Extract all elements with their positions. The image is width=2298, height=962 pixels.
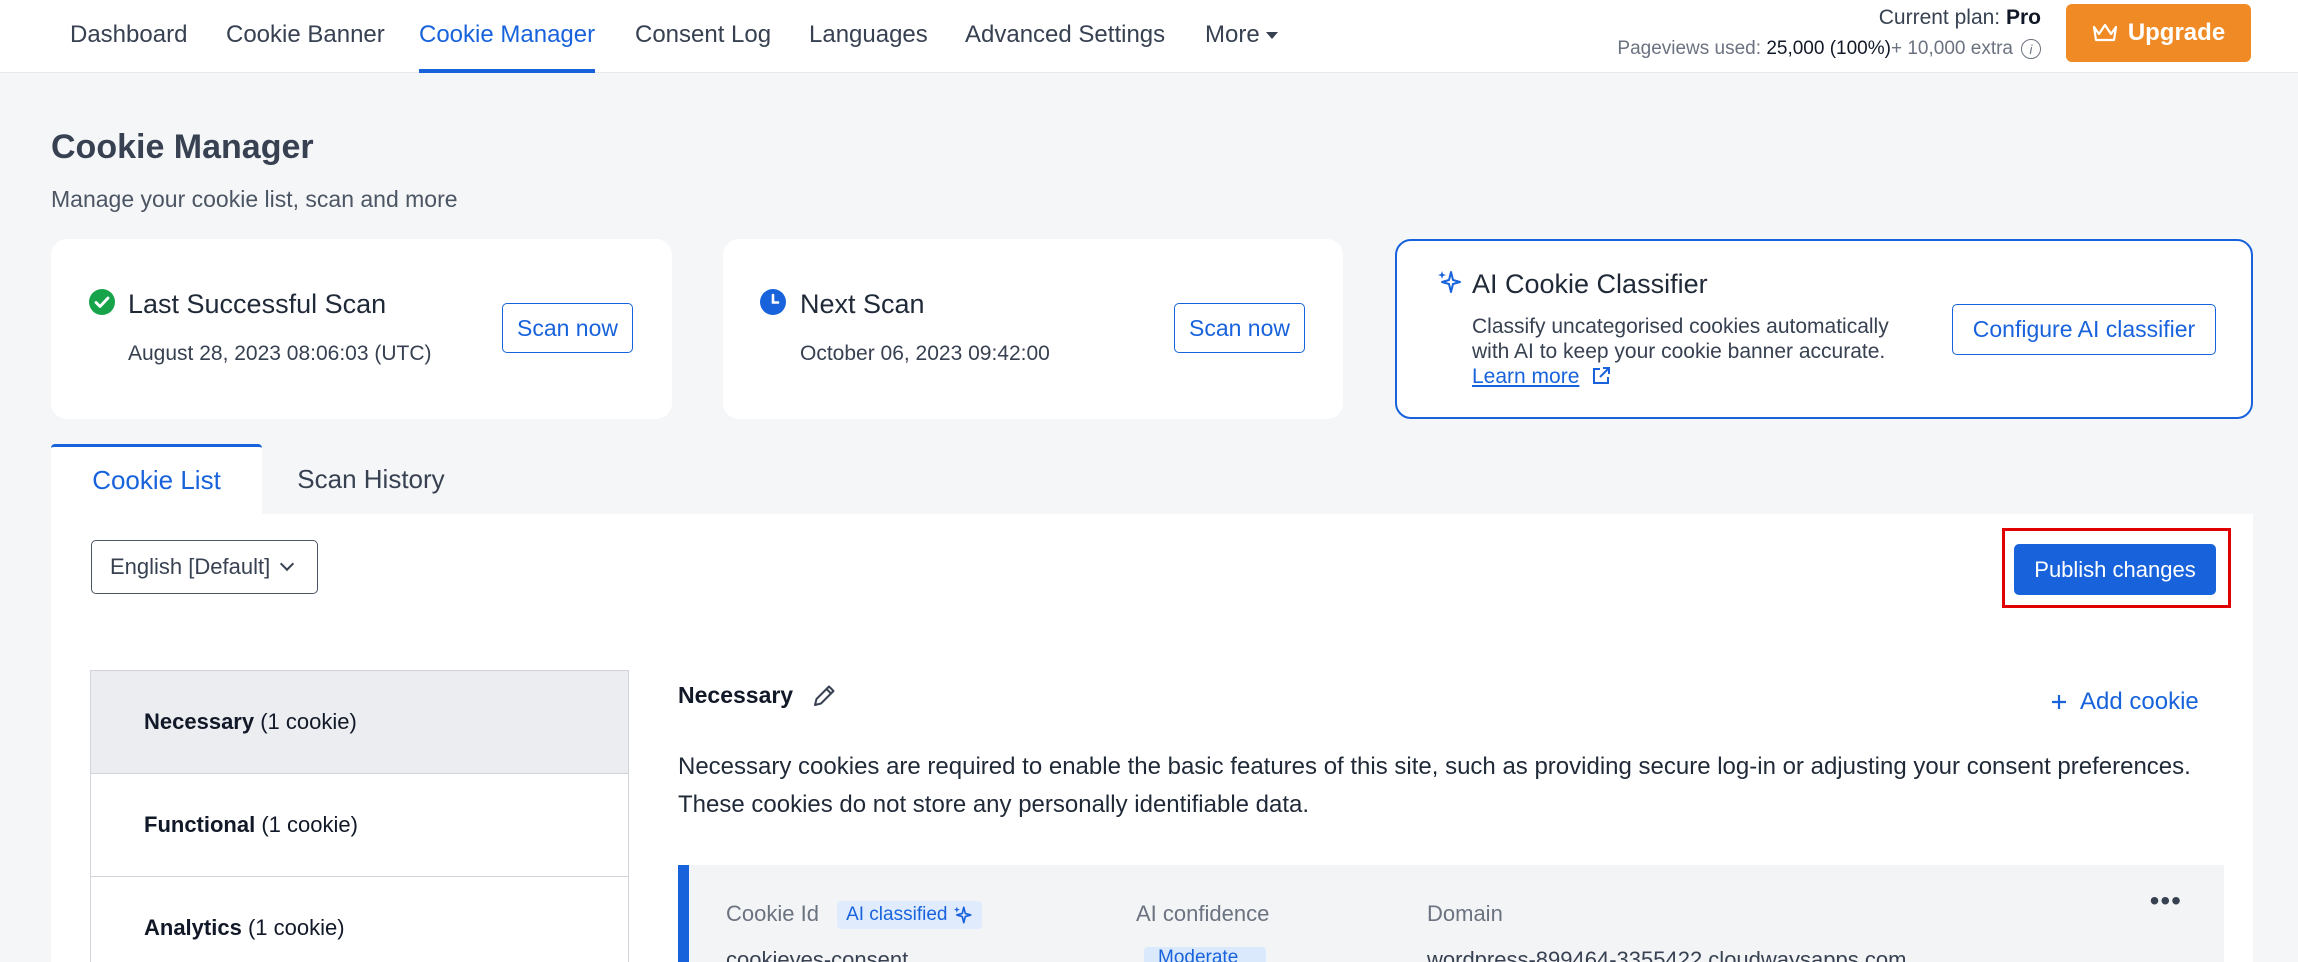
category-count: (1 cookie) (261, 812, 358, 837)
language-select-value: English [Default] (110, 554, 271, 579)
pageviews-extra: + 10,000 extra (1890, 38, 2013, 59)
category-list: Necessary (1 cookie) Functional (1 cooki… (90, 670, 629, 962)
ai-classified-label: AI classified (846, 904, 948, 926)
category-necessary[interactable]: Necessary (1 cookie) (90, 670, 629, 773)
next-scan-title: Next Scan (800, 289, 925, 319)
external-link-icon[interactable] (1591, 366, 1611, 386)
ai-classifier-desc-text: Classify uncategorised cookies automatic… (1472, 315, 1889, 363)
category-functional[interactable]: Functional (1 cookie) (90, 773, 629, 876)
plus-icon (2052, 695, 2066, 709)
upgrade-button[interactable]: Upgrade (2066, 4, 2251, 62)
category-name: Analytics (144, 914, 242, 940)
page-title: Cookie Manager (51, 128, 314, 166)
last-scan-date: August 28, 2023 08:06:03 (UTC) (128, 342, 432, 365)
section-header: Necessary (678, 682, 837, 709)
learn-more-link[interactable]: Learn more (1472, 365, 1579, 388)
caret-down-icon (1265, 32, 1278, 40)
ai-classifier-title: AI Cookie Classifier (1472, 269, 1708, 299)
next-scan-now-button[interactable]: Scan now (1174, 303, 1305, 353)
pageviews-usage: Pageviews used: 25,000 (100%) + 10,000 ex… (1617, 38, 2041, 60)
language-select[interactable]: English [Default] (91, 540, 318, 594)
tab-scan-history[interactable]: Scan History (262, 444, 480, 514)
add-cookie-button[interactable]: Add cookie (2050, 688, 2199, 716)
chevron-down-icon (280, 556, 295, 572)
cookie-row: Cookie Id AI classified AI confidence Do… (678, 865, 2224, 962)
col-header-domain: Domain (1427, 901, 1503, 926)
pencil-icon[interactable] (811, 683, 837, 709)
col-header-cookie-id-label: Cookie Id (726, 901, 819, 926)
next-scan-card: Next Scan October 06, 2023 09:42:00 Scan… (723, 239, 1343, 419)
nav-cookie-manager[interactable]: Cookie Manager (419, 0, 596, 73)
page-subtitle: Manage your cookie list, scan and more (51, 186, 458, 212)
cookie-id-value: cookieyes-consent (726, 947, 909, 962)
sparkle-icon (954, 906, 972, 924)
plan-label: Current plan: (1878, 6, 2001, 29)
more-options-icon[interactable]: ••• (2150, 885, 2182, 917)
category-count: (1 cookie) (247, 914, 345, 940)
scan-now-button[interactable]: Scan now (502, 303, 633, 353)
nav-cookie-banner[interactable]: Cookie Banner (226, 0, 385, 73)
col-header-ai-confidence: AI confidence (1136, 901, 1270, 926)
plan-name: Pro (2005, 6, 2041, 29)
section-title: Necessary (678, 682, 794, 708)
last-scan-title: Last Successful Scan (128, 289, 387, 319)
category-name: Necessary (144, 709, 255, 734)
category-count: (1 cookie) (260, 709, 357, 734)
ai-classifier-card: AI Cookie Classifier Classify uncategori… (1395, 239, 2253, 419)
section-description: Necessary cookies are required to enable… (678, 753, 2191, 818)
nav-consent-log[interactable]: Consent Log (635, 0, 771, 73)
nav-advanced-settings[interactable]: Advanced Settings (965, 0, 1165, 73)
configure-ai-classifier-button[interactable]: Configure AI classifier (1952, 304, 2216, 355)
pageviews-value: 25,000 (100%) (1766, 38, 1891, 59)
col-header-cookie-id: Cookie Id AI classified (726, 901, 983, 930)
pageviews-label: Pageviews used: (1617, 38, 1762, 59)
check-circle-icon (89, 289, 115, 315)
ai-confidence-badge: Moderate (1144, 947, 1266, 962)
last-scan-card: Last Successful Scan August 28, 2023 08:… (51, 239, 672, 419)
info-icon[interactable]: i (2021, 39, 2041, 59)
next-scan-date: October 06, 2023 09:42:00 (800, 342, 1050, 365)
category-name: Functional (144, 812, 256, 837)
add-cookie-label: Add cookie (2080, 688, 2199, 715)
publish-changes-button[interactable]: Publish changes (2014, 544, 2216, 595)
sparkle-icon (1438, 271, 1461, 293)
nav-more[interactable]: More (1205, 0, 1278, 73)
current-plan: Current plan: Pro (1879, 6, 2041, 30)
nav-more-label: More (1205, 21, 1260, 48)
ai-classified-badge: AI classified (837, 901, 983, 930)
category-analytics[interactable]: Analytics (1 cookie) (90, 876, 629, 962)
cookie-domain-value: wordpress-899464-3355422.cloudwaysapps.c… (1427, 947, 1907, 962)
nav-languages[interactable]: Languages (809, 0, 928, 73)
upgrade-label: Upgrade (2127, 19, 2226, 46)
top-navigation: Dashboard Cookie Banner Cookie Manager C… (0, 0, 2298, 73)
tab-cookie-list[interactable]: Cookie List (51, 444, 262, 514)
clock-icon (760, 289, 786, 315)
ai-classifier-description: Classify uncategorised cookies automatic… (1472, 314, 1912, 389)
crown-icon (2092, 23, 2117, 42)
nav-dashboard[interactable]: Dashboard (70, 0, 187, 73)
